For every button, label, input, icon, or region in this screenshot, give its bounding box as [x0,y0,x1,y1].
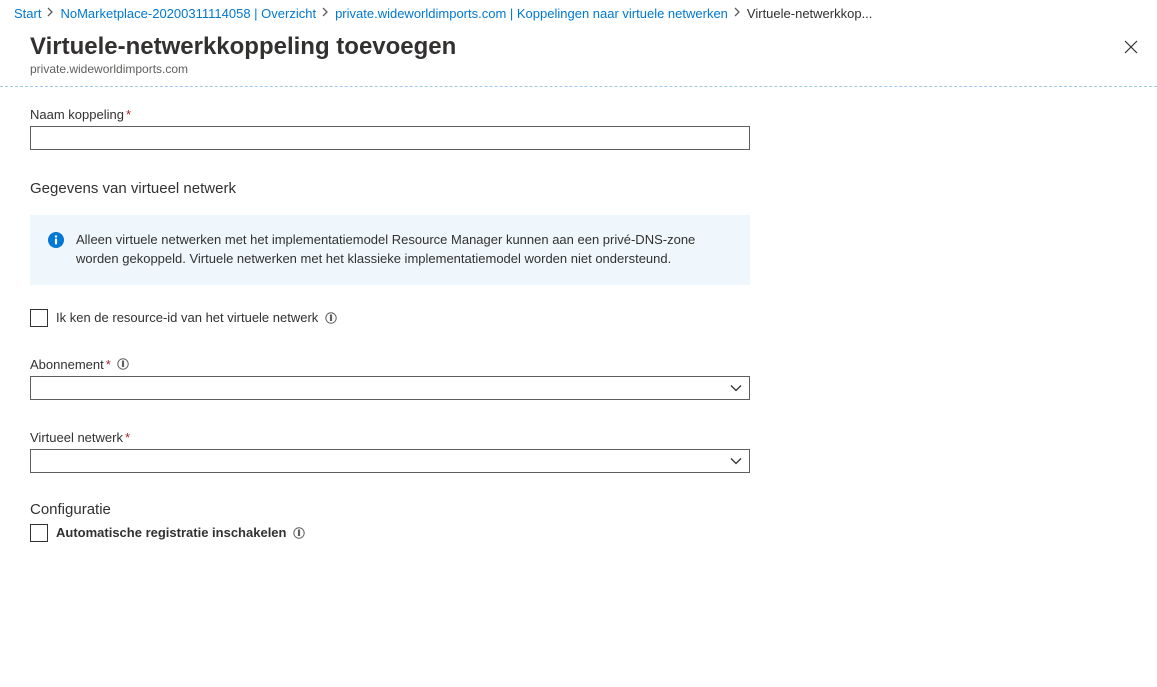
breadcrumb-nomarketplace[interactable]: NoMarketplace-20200311114058 | Overzicht [60,6,316,21]
link-name-input[interactable] [30,126,750,150]
chevron-right-icon [322,7,329,20]
info-text: Alleen virtuele netwerken met het implem… [76,231,732,269]
breadcrumb-current: Virtuele-netwerkkop... [747,6,873,21]
breadcrumb-private-zone[interactable]: private.wideworldimports.com | Koppeling… [335,6,728,21]
subscription-label: Abonnement * [30,357,1127,372]
virtual-network-group: Virtueel netwerk * [30,430,1127,473]
info-tooltip-icon[interactable] [324,311,337,324]
subscription-select[interactable] [30,376,750,400]
virtual-network-select[interactable] [30,449,750,473]
configuration-title: Configuratie [30,501,1127,518]
close-button[interactable] [1121,37,1141,57]
configuration-section: Configuratie Automatische registratie in… [30,501,1127,542]
info-tooltip-icon[interactable] [117,358,130,371]
auto-registration-row: Automatische registratie inschakelen [30,524,1127,542]
page-subtitle: private.wideworldimports.com [30,62,1127,76]
know-resource-id-label: Ik ken de resource-id van het virtuele n… [56,310,337,325]
know-resource-id-checkbox[interactable] [30,309,48,327]
required-asterisk: * [126,107,131,122]
form-content: Naam koppeling * Gegevens van virtueel n… [0,87,1157,568]
vnet-details-title: Gegevens van virtueel netwerk [30,180,1127,197]
chevron-right-icon [47,7,54,20]
info-tooltip-icon[interactable] [292,526,305,539]
info-icon [48,232,64,248]
required-asterisk: * [106,357,111,372]
chevron-right-icon [734,7,741,20]
page-title: Virtuele-netwerkkoppeling toevoegen [30,33,1127,61]
auto-registration-checkbox[interactable] [30,524,48,542]
know-resource-id-row: Ik ken de resource-id van het virtuele n… [30,309,1127,327]
required-asterisk: * [125,430,130,445]
virtual-network-label: Virtueel netwerk * [30,430,1127,445]
subscription-group: Abonnement * [30,357,1127,400]
page-header: Virtuele-netwerkkoppeling toevoegen priv… [0,25,1157,87]
auto-registration-label: Automatische registratie inschakelen [56,525,305,540]
info-message: Alleen virtuele netwerken met het implem… [30,215,750,285]
link-name-label: Naam koppeling * [30,107,1127,122]
breadcrumb: Start NoMarketplace-20200311114058 | Ove… [0,0,1157,25]
breadcrumb-start[interactable]: Start [14,6,41,21]
close-icon [1123,39,1139,55]
